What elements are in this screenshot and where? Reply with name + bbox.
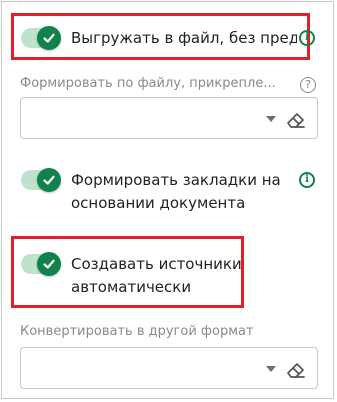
check-icon — [43, 175, 55, 185]
upload-to-file-label-clip: Выгружать в файл, без предварительного п… — [71, 26, 297, 52]
eraser-icon[interactable] — [285, 358, 307, 380]
convert-format-select[interactable] — [20, 347, 318, 389]
attached-file-select[interactable] — [20, 97, 318, 139]
check-icon — [43, 33, 55, 43]
settings-panel: Выгружать в файл, без предварительного п… — [1, 1, 334, 399]
bookmarks-label-line1: Формировать закладки на — [71, 171, 281, 189]
auto-sources-toggle[interactable] — [21, 252, 61, 276]
toggle-knob — [37, 168, 61, 192]
chevron-down-icon[interactable] — [266, 366, 276, 372]
bookmarks-info-icon[interactable]: i — [299, 172, 315, 188]
attached-file-label: Формировать по файлу, прикрепле... — [20, 76, 276, 91]
help-icon[interactable]: ? — [300, 77, 316, 93]
upload-to-file-toggle[interactable] — [21, 26, 61, 50]
upload-info-icon[interactable]: i — [299, 30, 315, 46]
eraser-icon[interactable] — [285, 108, 307, 130]
toggle-knob — [37, 26, 61, 50]
chevron-down-icon[interactable] — [266, 116, 276, 122]
bookmarks-toggle[interactable] — [21, 168, 61, 192]
upload-to-file-label: Выгружать в файл, без предварительного п… — [71, 29, 297, 47]
auto-sources-label-line1: Создавать источники — [71, 255, 242, 273]
bookmarks-label-line2: основании документа — [71, 194, 246, 212]
toggle-knob — [37, 252, 61, 276]
auto-sources-label-line2: автоматически — [71, 278, 192, 296]
check-icon — [43, 259, 55, 269]
convert-format-label: Конвертировать в другой формат — [20, 324, 254, 339]
